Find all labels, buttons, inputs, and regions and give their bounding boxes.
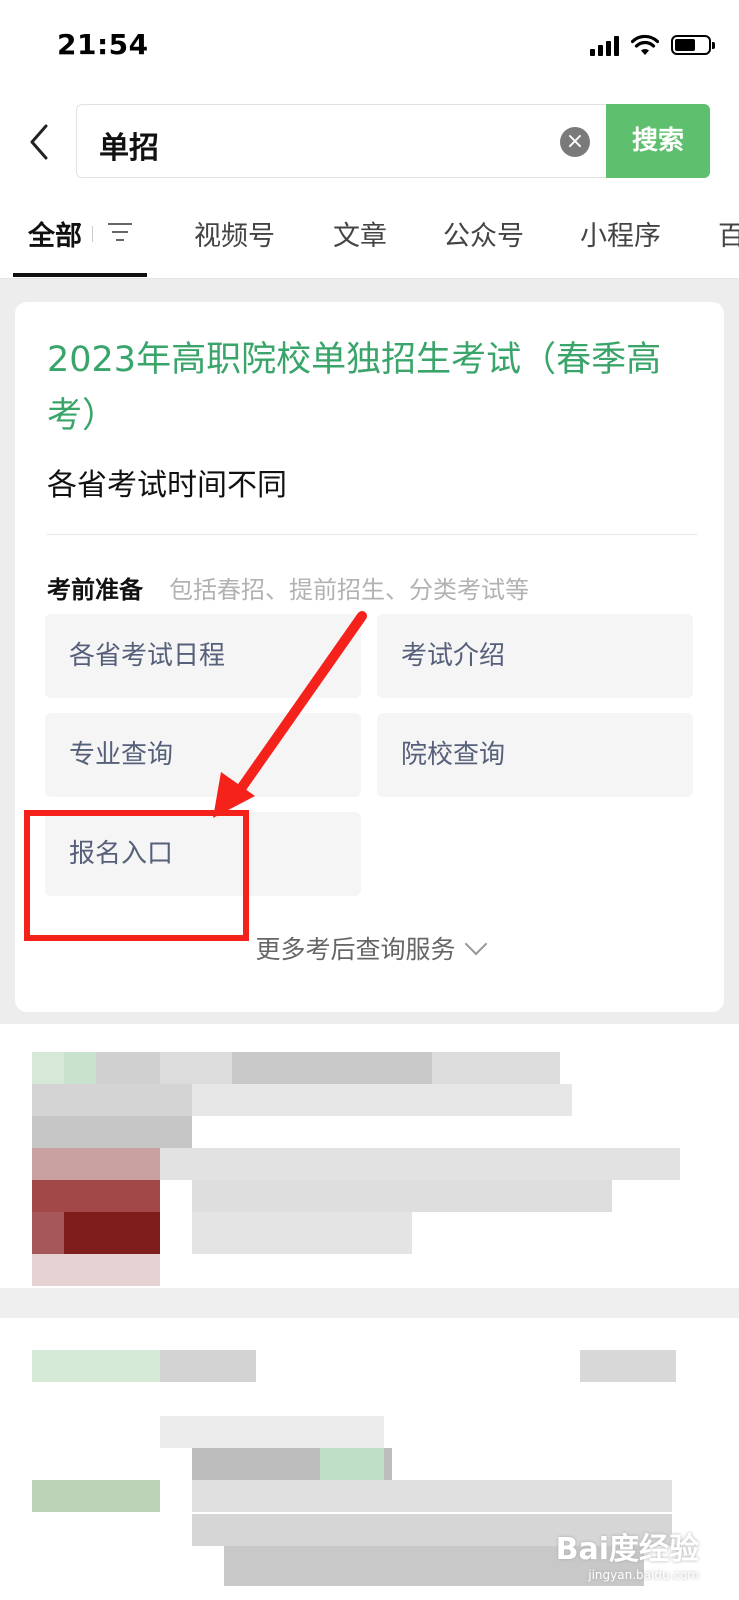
major-search-button[interactable]: 专业查询 (45, 713, 361, 797)
tab-bar: 全部 视频号 文章 公众号 小程序 百 (0, 192, 739, 279)
search-button[interactable]: 搜索 (606, 104, 710, 178)
exam-intro-button[interactable]: 考试介绍 (377, 614, 693, 698)
prep-heading: 考前准备 (47, 576, 143, 604)
search-header: 单招 × 搜索 (0, 92, 739, 192)
status-icons (590, 34, 715, 56)
college-search-button[interactable]: 院校查询 (377, 713, 693, 797)
divider (47, 534, 697, 535)
schedule-button[interactable]: 各省考试日程 (45, 614, 361, 698)
battery-icon (671, 35, 715, 55)
prep-description: 包括春招、提前招生、分类考试等 (169, 576, 529, 604)
card-title[interactable]: 2023年高职院校单独招生考试（春季高考） (47, 332, 697, 444)
card-subtitle: 各省考试时间不同 (47, 468, 287, 503)
tab-separator (92, 226, 93, 242)
back-arrow-icon[interactable] (24, 122, 56, 162)
tab-mini-programs[interactable]: 小程序 (580, 214, 661, 253)
tab-video[interactable]: 视频号 (194, 214, 275, 253)
signal-icon (590, 34, 619, 56)
watermark-brand: Bai度经验 (555, 1532, 699, 1567)
search-input[interactable]: 单招 × (76, 104, 608, 178)
active-tab-indicator (13, 273, 147, 277)
clear-icon[interactable]: × (560, 127, 590, 157)
search-query: 单招 (99, 131, 159, 166)
tab-baike[interactable]: 百 (718, 214, 739, 253)
watermark-url: jingyan.baidu.com (588, 1568, 699, 1582)
tab-official-accounts[interactable]: 公众号 (443, 214, 524, 253)
tab-all[interactable]: 全部 (28, 214, 82, 253)
wifi-icon (631, 34, 659, 55)
status-bar: 21:54 (0, 0, 739, 92)
status-time: 21:54 (57, 28, 149, 61)
tab-articles[interactable]: 文章 (333, 214, 387, 253)
chevron-down-icon (464, 932, 487, 956)
blurred-results: Bai度经验 jingyan.baidu.com (0, 1024, 739, 1600)
registration-entry-button[interactable]: 报名入口 (45, 812, 361, 896)
more-services-label: 更多考后查询服务 (255, 935, 456, 964)
exam-card: 2023年高职院校单独招生考试（春季高考） 各省考试时间不同 考前准备 包括春招… (15, 302, 724, 1012)
baidu-watermark: Bai度经验 jingyan.baidu.com (556, 1524, 699, 1582)
filter-icon[interactable] (107, 221, 133, 243)
more-services-link[interactable]: 更多考后查询服务 (15, 930, 724, 966)
